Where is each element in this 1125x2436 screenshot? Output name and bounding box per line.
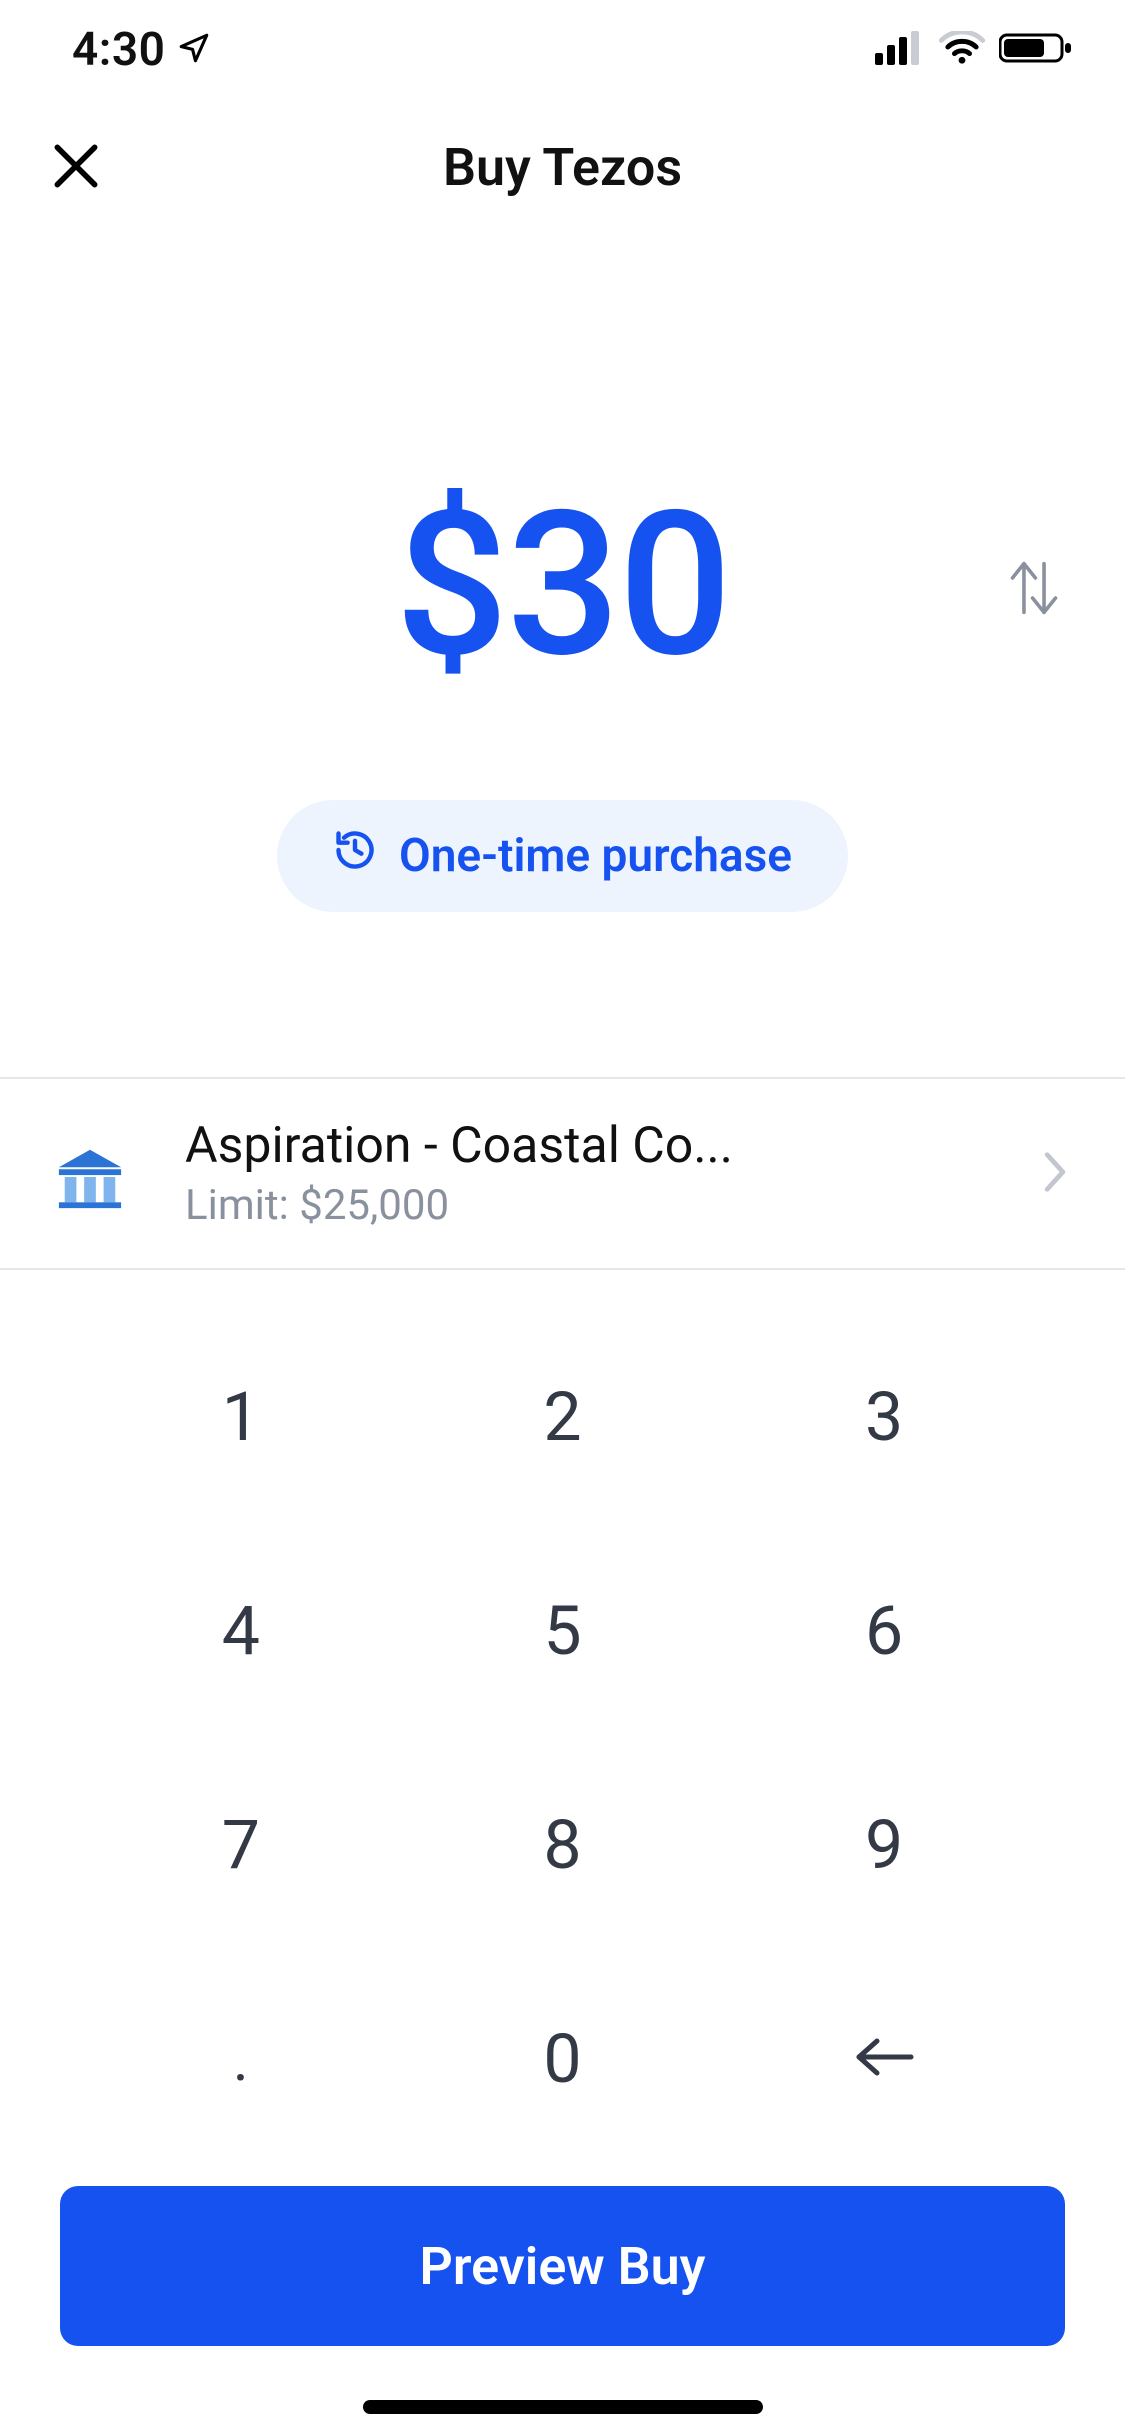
swap-currency-button[interactable] [999, 555, 1069, 625]
chevron-right-icon [1040, 1150, 1070, 1198]
frequency-label: One-time purchase [399, 829, 792, 883]
payment-name: Aspiration - Coastal Co... [185, 1117, 980, 1175]
key-8[interactable]: 8 [402, 1738, 724, 1952]
key-5[interactable]: 5 [402, 1524, 724, 1738]
location-icon [177, 31, 211, 69]
clock-reload-icon [333, 828, 377, 884]
key-7[interactable]: 7 [80, 1738, 402, 1952]
number-keypad: 1 2 3 4 5 6 7 8 9 . 0 [0, 1270, 1125, 2186]
wifi-icon [939, 31, 985, 69]
key-6[interactable]: 6 [723, 1524, 1045, 1738]
bank-icon [55, 1139, 125, 1209]
payment-method-row[interactable]: Aspiration - Coastal Co... Limit: $25,00… [0, 1077, 1125, 1270]
preview-buy-button[interactable]: Preview Buy [60, 2186, 1065, 2346]
key-4[interactable]: 4 [80, 1524, 402, 1738]
swap-arrows-icon [1005, 555, 1063, 625]
status-time: 4:30 [72, 23, 165, 77]
close-icon [48, 138, 104, 198]
home-indicator[interactable] [363, 2400, 763, 2414]
key-0[interactable]: 0 [402, 1952, 724, 2166]
cta-label: Preview Buy [420, 2236, 706, 2297]
status-bar: 4:30 [0, 0, 1125, 100]
key-9[interactable]: 9 [723, 1738, 1045, 1952]
nav-bar: Buy Tezos [0, 100, 1125, 235]
key-3[interactable]: 3 [723, 1310, 1045, 1524]
battery-icon [999, 31, 1073, 69]
cellular-icon [875, 31, 925, 69]
close-button[interactable] [36, 128, 116, 208]
cta-wrap: Preview Buy [0, 2186, 1125, 2436]
status-left: 4:30 [72, 23, 211, 77]
page-title: Buy Tezos [443, 137, 682, 198]
key-2[interactable]: 2 [402, 1310, 724, 1524]
key-1[interactable]: 1 [80, 1310, 402, 1524]
status-right [875, 31, 1073, 69]
key-decimal[interactable]: . [80, 1952, 402, 2166]
payment-limit: Limit: $25,000 [185, 1181, 980, 1230]
payment-text: Aspiration - Coastal Co... Limit: $25,00… [185, 1117, 980, 1230]
backspace-arrow-icon [849, 2019, 919, 2099]
amount-area: $30 One-time purchase [0, 235, 1125, 912]
frequency-chip[interactable]: One-time purchase [277, 800, 848, 912]
key-backspace[interactable] [723, 1952, 1045, 2166]
amount-display: $30 [395, 485, 730, 685]
